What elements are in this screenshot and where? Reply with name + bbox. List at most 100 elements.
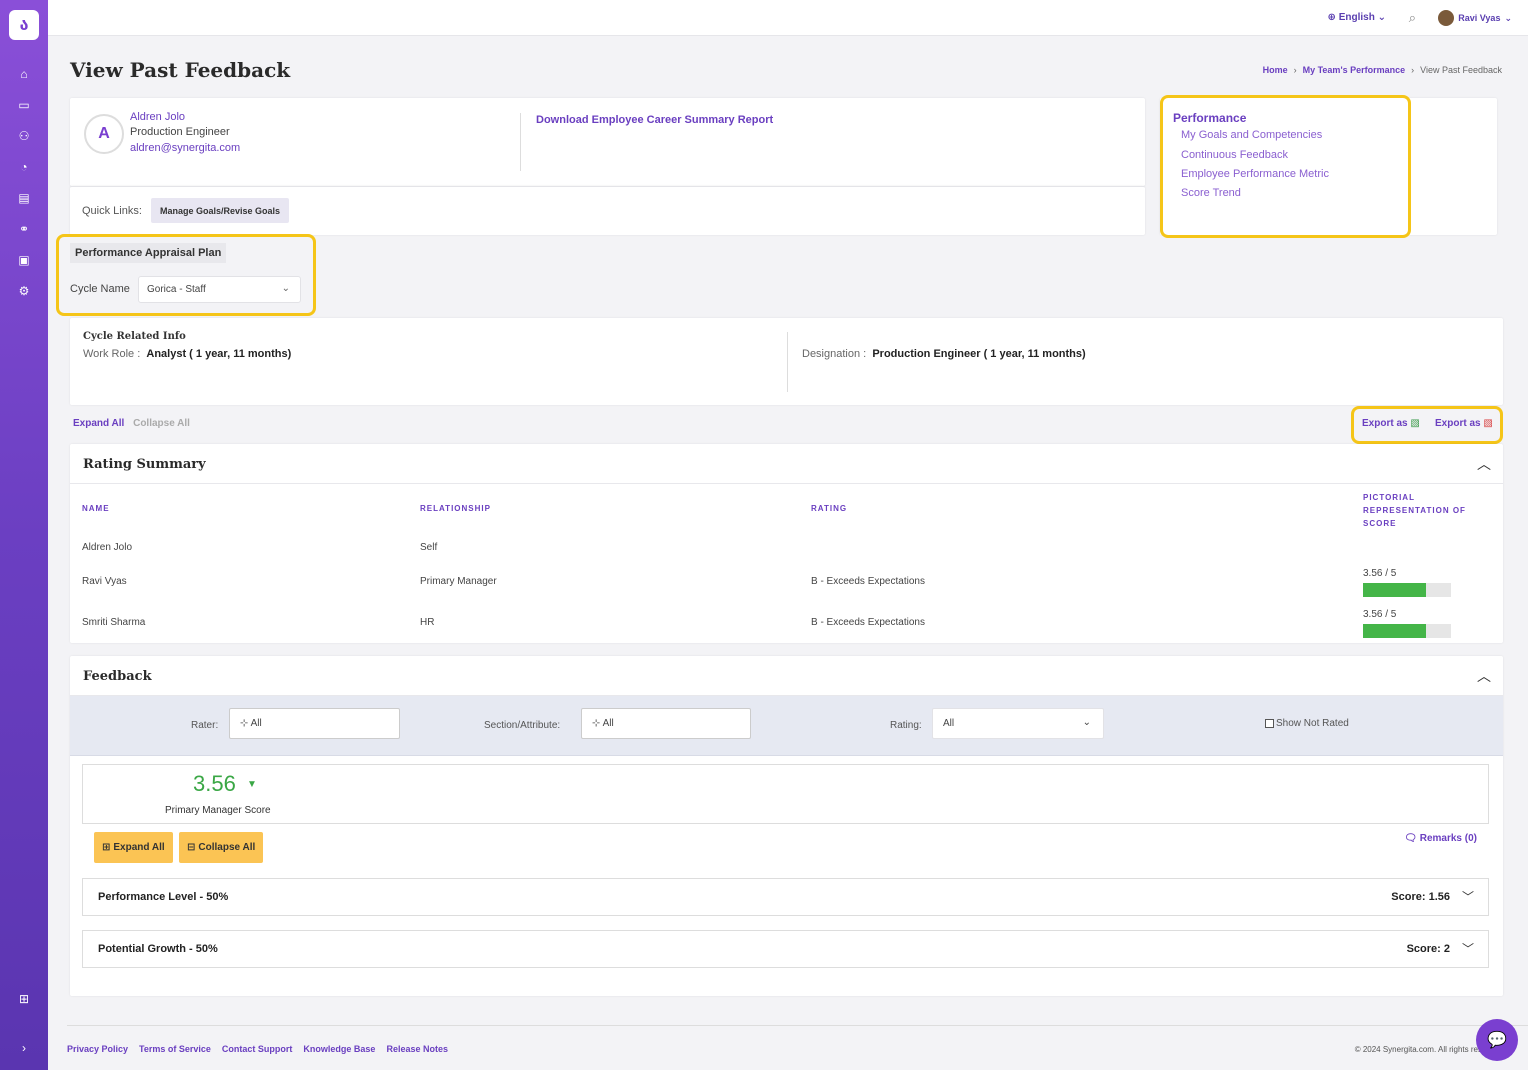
row-name: Aldren Jolo (82, 542, 133, 553)
footer: Privacy Policy Terms of Service Contact … (67, 1025, 1528, 1070)
employee-name[interactable]: Aldren Jolo (130, 111, 185, 123)
expand-collapse-controls: Expand All Collapse All (73, 418, 190, 429)
terms-link[interactable]: Terms of Service (139, 1044, 211, 1054)
chevron-up-icon[interactable]: ︿ (1477, 454, 1491, 474)
knowledge-base-link[interactable]: Knowledge Base (303, 1044, 375, 1054)
section-title: Rating Summary (83, 457, 206, 472)
accordion-score: Score: 2 (1406, 943, 1450, 955)
accordion-score: Score: 1.56 (1391, 891, 1450, 903)
employee-role: Production Engineer (130, 126, 230, 138)
team-icon[interactable]: ⚇ (14, 126, 34, 146)
cycle-info-card: Cycle Related Info Work Role : Analyst (… (70, 318, 1503, 405)
monitor-icon[interactable]: ▭ (14, 95, 34, 115)
row-score-text: 3.56 / 5 (1363, 609, 1397, 620)
quick-links-label: Quick Links: (82, 205, 142, 217)
rating-filter[interactable]: All ⌄ (932, 708, 1104, 739)
manage-goals-button[interactable]: Manage Goals/Revise Goals (151, 198, 290, 223)
rating-summary-header[interactable]: Rating Summary ︿ (70, 444, 1503, 484)
highlight-box (1351, 406, 1503, 444)
breadcrumb-team[interactable]: My Team's Performance (1303, 65, 1406, 75)
user-menu[interactable]: Ravi Vyas ⌄ (1438, 10, 1512, 26)
column-header-name: NAME (82, 504, 110, 513)
show-not-rated[interactable]: Show Not Rated (1265, 718, 1349, 729)
rater-label: Rater: (191, 720, 219, 731)
breadcrumb: Home › My Team's Performance › View Past F… (1262, 65, 1502, 75)
chevron-down-icon[interactable]: ﹀ (1462, 888, 1474, 905)
footer-links: Privacy Policy Terms of Service Contact … (67, 1044, 448, 1054)
score-bar (1363, 624, 1451, 638)
primary-manager-score: 3.56 (193, 771, 236, 796)
remarks-link[interactable]: 🗨 Remarks (0) (1404, 833, 1477, 844)
section-attribute-filter[interactable]: ⊹ All (581, 708, 751, 739)
divider (787, 332, 788, 392)
collapse-all-link[interactable]: Collapse All (133, 418, 190, 429)
row-rating: B - Exceeds Expectations (811, 617, 925, 628)
breadcrumb-home[interactable]: Home (1263, 65, 1288, 75)
row-relationship: Primary Manager (420, 576, 497, 587)
accordion-potential-growth[interactable]: Potential Growth - 50% Score: 2 ﹀ (82, 930, 1489, 968)
dashboard-gauge-icon[interactable]: ◔ (14, 157, 34, 177)
apps-grid-icon[interactable]: ⊞ (14, 989, 34, 1009)
tree-icon: ⊹ (592, 718, 601, 729)
score-bar-fill (1363, 583, 1426, 597)
handshake-icon[interactable]: ⚭ (14, 219, 34, 239)
rater-filter[interactable]: ⊹ All (229, 708, 400, 739)
clipboard-icon[interactable]: ▣ (14, 250, 34, 270)
release-notes-link[interactable]: Release Notes (386, 1044, 448, 1054)
download-report-link[interactable]: Download Employee Career Summary Report (536, 114, 773, 126)
expand-all-link[interactable]: Expand All (73, 418, 124, 429)
collapse-all-button[interactable]: ⊟ Collapse All (179, 832, 264, 863)
employee-card: A Aldren Jolo Production Engineer aldren… (70, 98, 1145, 186)
feedback-header[interactable]: Feedback ︿ (70, 656, 1503, 696)
designation: Designation : Production Engineer ( 1 ye… (802, 348, 1086, 360)
accordion-performance-level[interactable]: Performance Level - 50% Score: 1.56 ﹀ (82, 878, 1489, 916)
documents-icon[interactable]: ▤ (14, 188, 34, 208)
search-icon[interactable]: ⌕ (1409, 10, 1416, 26)
column-header-pictorial: PICTORIAL REPRESENTATION OF SCORE (1363, 493, 1466, 528)
expand-all-button[interactable]: ⊞ Expand All (94, 832, 173, 863)
divider (520, 113, 521, 171)
show-not-rated-checkbox[interactable] (1265, 718, 1274, 728)
rating-summary-card: Rating Summary ︿ NAME RELATIONSHIP RATIN… (70, 444, 1503, 643)
avatar: A (84, 114, 124, 154)
section-title: Feedback (83, 669, 152, 684)
quick-links-bar: Quick Links: Manage Goals/Revise Goals (70, 186, 1145, 235)
section-attribute-label: Section/Attribute: (484, 720, 561, 731)
chevron-up-icon[interactable]: ︿ (1477, 666, 1491, 686)
feedback-card: Feedback ︿ Rater: ⊹ All Section/Attribut… (70, 656, 1503, 996)
settings-gear-icon[interactable]: ⚙ (14, 281, 34, 301)
tree-icon: ⊹ (240, 718, 249, 729)
plus-square-icon: ⊞ (102, 842, 111, 853)
language-selector[interactable]: ⊕ English ⌄ (1328, 12, 1386, 23)
column-header-rating: RATING (811, 504, 848, 513)
score-summary: 3.56 ▼ Primary Manager Score (82, 764, 1489, 824)
page-title: View Past Feedback (70, 58, 291, 82)
row-relationship: HR (420, 617, 435, 628)
minus-square-icon: ⊟ (187, 842, 196, 853)
accordion-title: Performance Level - 50% (98, 891, 229, 903)
column-header-relationship: RELATIONSHIP (420, 504, 491, 513)
score-bar-fill (1363, 624, 1426, 638)
row-score-text: 3.56 / 5 (1363, 568, 1397, 579)
app-logo-icon[interactable]: ა (9, 10, 39, 40)
feedback-filters: Rater: ⊹ All Section/Attribute: ⊹ All Ra… (70, 696, 1503, 756)
chat-icon[interactable]: 💬 (1476, 1019, 1518, 1061)
copyright: © 2024 Synergita.com. All rights res (1354, 1045, 1482, 1054)
caret-down-icon[interactable]: ▼ (247, 779, 257, 790)
score-label: Primary Manager Score (165, 805, 271, 816)
employee-email[interactable]: aldren@synergita.com (130, 142, 240, 154)
contact-support-link[interactable]: Contact Support (222, 1044, 293, 1054)
comment-icon: 🗨 (1404, 833, 1417, 844)
breadcrumb-current: View Past Feedback (1420, 65, 1502, 75)
rating-label: Rating: (890, 720, 922, 731)
highlight-box (1160, 95, 1411, 238)
top-bar: ⊕ English ⌄ ⌕ Ravi Vyas ⌄ (48, 0, 1528, 36)
expand-sidebar-icon[interactable]: › (14, 1038, 34, 1058)
privacy-policy-link[interactable]: Privacy Policy (67, 1044, 128, 1054)
chevron-down-icon: ⌄ (1082, 717, 1091, 728)
work-role: Work Role : Analyst ( 1 year, 11 months) (83, 348, 292, 360)
sidebar: ა ⌂ ▭ ⚇ ◔ ▤ ⚭ ▣ ⚙ ⊞ › (0, 0, 48, 1070)
home-icon[interactable]: ⌂ (14, 64, 34, 84)
chevron-down-icon[interactable]: ﹀ (1462, 940, 1474, 957)
row-name: Ravi Vyas (82, 576, 127, 587)
